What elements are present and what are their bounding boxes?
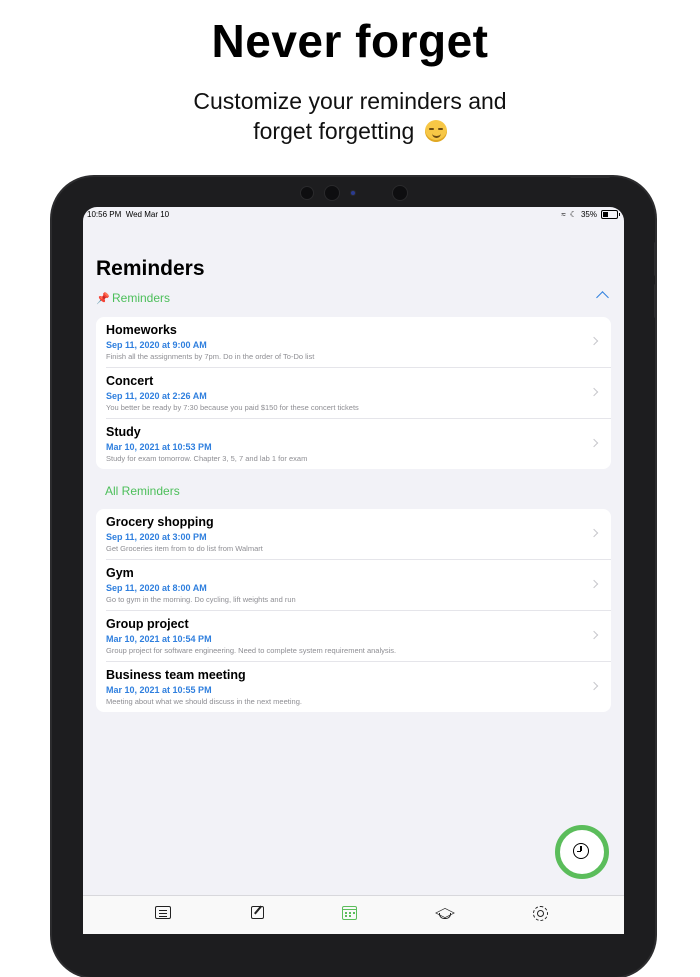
chevron-right-icon xyxy=(589,438,599,448)
reminder-note: Study for exam tomorrow. Chapter 3, 5, 7… xyxy=(106,454,308,463)
compose-icon[interactable] xyxy=(251,906,264,919)
reminder-date: Mar 10, 2021 at 10:54 PM xyxy=(106,634,212,644)
status-time-date: 10:56 PM Wed Mar 10 xyxy=(87,210,169,219)
volume-up-button xyxy=(654,242,657,276)
chevron-right-icon xyxy=(589,336,599,346)
list-item[interactable]: Group project Mar 10, 2021 at 10:54 PM G… xyxy=(106,611,611,662)
hero-subtitle-line2: forget forgetting xyxy=(0,116,700,146)
reminder-note: You better be ready by 7:30 because you … xyxy=(106,403,359,412)
top-button xyxy=(570,175,610,178)
camera-indicator xyxy=(350,190,356,196)
list-item[interactable]: Business team meeting Mar 10, 2021 at 10… xyxy=(106,662,611,712)
reminder-note: Go to gym in the morning. Do cycling, li… xyxy=(106,595,296,604)
face-id-sensor xyxy=(392,185,408,201)
reminder-note: Meeting about what we should discuss in … xyxy=(106,697,302,706)
list-icon[interactable] xyxy=(155,906,171,919)
hero-subtitle-line1: Customize your reminders and xyxy=(193,88,507,114)
reminder-note: Finish all the assignments by 7pm. Do in… xyxy=(106,352,315,361)
reminder-note: Get Groceries item from to do list from … xyxy=(106,544,263,553)
app-screen: 10:56 PM Wed Mar 10 ≈ ☾ 35% Reminders 📌 R… xyxy=(83,207,624,934)
hero-title: Never forget xyxy=(211,15,489,67)
moon-icon: ☾ xyxy=(569,210,577,219)
wifi-icon: ≈ xyxy=(561,210,566,219)
reminder-date: Sep 11, 2020 at 9:00 AM xyxy=(106,340,207,350)
reminder-date: Mar 10, 2021 at 10:53 PM xyxy=(106,442,212,452)
pin-icon: 📌 xyxy=(96,293,110,305)
list-item[interactable]: Study Mar 10, 2021 at 10:53 PM Study for… xyxy=(106,419,611,469)
reminder-date: Sep 11, 2020 at 3:00 PM xyxy=(106,532,207,542)
chevron-right-icon xyxy=(589,528,599,538)
reminder-note: Group project for software engineering. … xyxy=(106,646,397,655)
clock-icon xyxy=(573,843,589,859)
all-reminders-header: All Reminders xyxy=(105,484,620,504)
status-indicators: ≈ ☾ 35% xyxy=(561,210,620,219)
reminder-date: Sep 11, 2020 at 2:26 AM xyxy=(106,391,207,401)
chevron-right-icon xyxy=(589,387,599,397)
smirk-emoji-icon xyxy=(424,120,447,142)
add-reminder-button[interactable] xyxy=(555,825,609,879)
chevron-up-icon[interactable] xyxy=(596,291,609,304)
hero-subtitle: Customize your reminders and forget forg… xyxy=(0,86,700,146)
hero-subtitle-line2-text: forget forgetting xyxy=(253,118,415,144)
reminder-title: Homeworks xyxy=(106,323,177,337)
calendar-icon[interactable] xyxy=(342,906,357,920)
reminder-title: Group project xyxy=(106,617,189,631)
pinned-reminders-list: Homeworks Sep 11, 2020 at 9:00 AM Finish… xyxy=(96,317,611,469)
all-reminders-label: All Reminders xyxy=(105,484,180,498)
front-camera xyxy=(324,185,340,201)
status-bar: 10:56 PM Wed Mar 10 ≈ ☾ 35% xyxy=(87,210,620,224)
battery-icon xyxy=(601,210,620,219)
camera-sensor xyxy=(300,186,314,200)
tab-bar xyxy=(83,895,624,934)
graduation-cap-icon[interactable] xyxy=(435,906,453,920)
chevron-right-icon xyxy=(589,579,599,589)
reminder-title: Business team meeting xyxy=(106,668,246,682)
reminder-title: Concert xyxy=(106,374,154,388)
list-item[interactable]: Concert Sep 11, 2020 at 2:26 AM You bett… xyxy=(106,368,611,419)
list-item[interactable]: Homeworks Sep 11, 2020 at 9:00 AM Finish… xyxy=(106,317,611,368)
gear-icon[interactable] xyxy=(533,906,548,921)
list-item[interactable]: Grocery shopping Sep 11, 2020 at 3:00 PM… xyxy=(106,509,611,560)
volume-down-button xyxy=(654,284,657,318)
chevron-right-icon xyxy=(589,630,599,640)
chevron-right-icon xyxy=(589,681,599,691)
battery-percent: 35% xyxy=(580,210,597,219)
reminder-title: Study xyxy=(106,425,141,439)
all-reminders-list: Grocery shopping Sep 11, 2020 at 3:00 PM… xyxy=(96,509,611,712)
pinned-section-label: Reminders xyxy=(112,291,171,305)
status-time: 10:56 PM xyxy=(87,210,122,219)
pinned-section-header[interactable]: 📌 Reminders xyxy=(96,291,611,311)
reminder-title: Gym xyxy=(106,566,134,580)
status-date: Wed Mar 10 xyxy=(125,210,170,219)
reminder-title: Grocery shopping xyxy=(106,515,214,529)
reminder-date: Sep 11, 2020 at 8:00 AM xyxy=(106,583,207,593)
page-title: Reminders xyxy=(96,257,205,280)
list-item[interactable]: Gym Sep 11, 2020 at 8:00 AM Go to gym in… xyxy=(106,560,611,611)
reminder-date: Mar 10, 2021 at 10:55 PM xyxy=(106,685,212,695)
